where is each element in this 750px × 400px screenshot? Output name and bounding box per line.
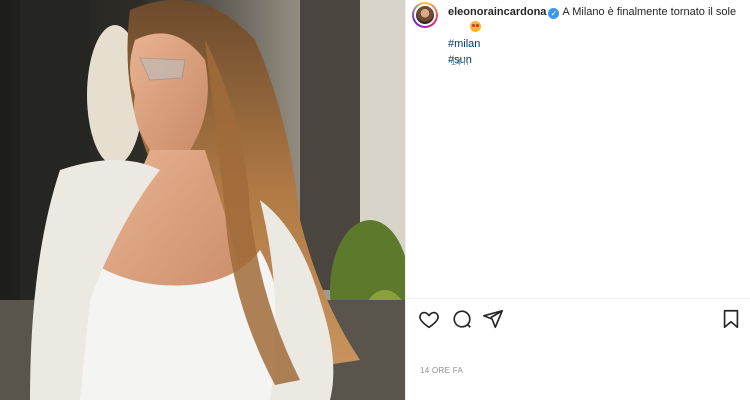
post-details-panel: eleonoraincardona ✓ A Milano è finalmente … xyxy=(405,0,750,400)
username-link[interactable]: eleonoraincardona xyxy=(448,6,546,18)
action-bar xyxy=(418,308,742,332)
avatar-image xyxy=(414,4,436,26)
comment-icon[interactable] xyxy=(451,308,473,330)
hashtag-sun[interactable]: #sun xyxy=(448,52,743,68)
post-photo[interactable] xyxy=(0,0,405,400)
paper-plane-icon[interactable] xyxy=(482,308,504,330)
post-time-ago: 14 h xyxy=(451,57,469,67)
avatar[interactable] xyxy=(412,2,438,28)
post-caption: eleonoraincardona ✓ A Milano è finalmente … xyxy=(448,4,743,68)
caption-text: A Milano è finalmente tornato il sole xyxy=(562,6,737,18)
divider xyxy=(406,298,750,299)
post-timestamp: 14 ORE FA xyxy=(420,366,464,375)
verified-badge-icon: ✓ xyxy=(548,8,560,19)
hashtag-milan[interactable]: #milan xyxy=(448,36,743,52)
heart-icon[interactable] xyxy=(418,308,440,330)
bookmark-icon[interactable] xyxy=(720,308,742,330)
star-struck-emoji-icon xyxy=(470,21,481,32)
